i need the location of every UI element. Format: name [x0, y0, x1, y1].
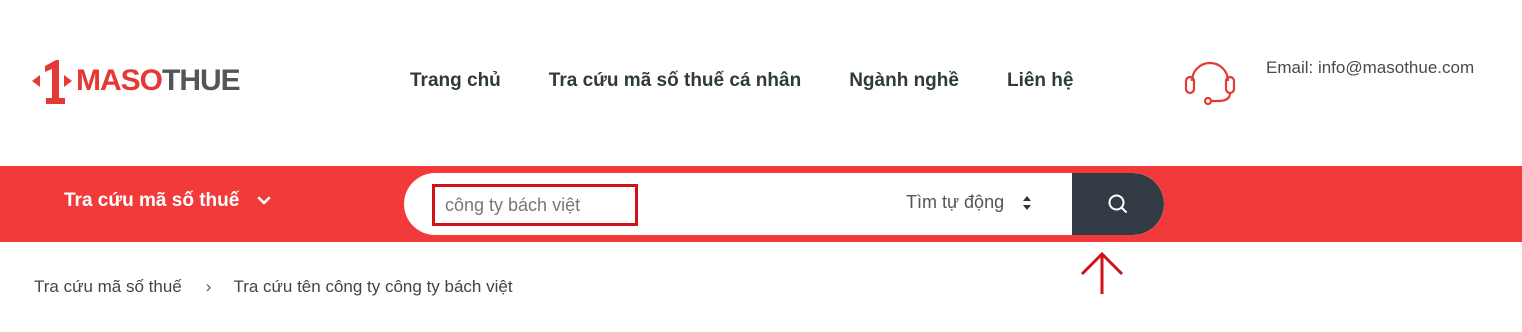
breadcrumb-item-tax-lookup[interactable]: Tra cứu mã số thuế [34, 277, 182, 297]
search-icon [1108, 194, 1127, 213]
logo-wordmark-red: MASO [76, 64, 163, 97]
logo-mark-icon [32, 60, 72, 104]
nav-item-personal-tax-lookup[interactable]: Tra cứu mã số thuế cá nhân [549, 70, 801, 92]
headset-icon [1184, 61, 1236, 106]
search-button[interactable] [1072, 173, 1164, 235]
site-header: MASOTHUE Trang chủ Tra cứu mã số thuế cá… [0, 0, 1522, 166]
logo-wordmark-gray: THUE [162, 64, 241, 97]
annotation-arrow-up [1078, 250, 1126, 301]
nav-item-contact[interactable]: Liên hệ [1007, 70, 1074, 92]
nav-item-industries[interactable]: Ngành nghề [849, 70, 959, 92]
search-input[interactable] [432, 184, 638, 226]
search-category-label: Tra cứu mã số thuế [64, 190, 240, 211]
arrow-up-icon [1080, 251, 1124, 294]
search-mode-label: Tìm tự động [906, 192, 1005, 212]
site-logo[interactable]: MASOTHUE [32, 58, 241, 104]
sort-updown-icon [1023, 195, 1032, 210]
search-category-dropdown[interactable]: Tra cứu mã số thuế [64, 190, 271, 212]
contact-email[interactable]: Email: info@masothue.com [1266, 58, 1474, 78]
support-headset [1182, 55, 1238, 112]
main-nav: Trang chủ Tra cứu mã số thuế cá nhân Ngà… [410, 70, 1121, 92]
breadcrumb-item-current: Tra cứu tên công ty công ty bách việt [233, 277, 513, 296]
chevron-down-icon [258, 196, 271, 205]
breadcrumb-separator: › [205, 277, 212, 296]
search-mode-select[interactable]: Tìm tự động [906, 192, 1032, 213]
breadcrumb: Tra cứu mã số thuế › Tra cứu tên công ty… [34, 277, 513, 297]
search-box: Tìm tự động [404, 173, 1164, 235]
logo-wordmark: MASOTHUE [76, 64, 241, 97]
nav-item-home[interactable]: Trang chủ [410, 70, 501, 92]
search-band: Tra cứu mã số thuế Tìm tự động [0, 166, 1522, 242]
